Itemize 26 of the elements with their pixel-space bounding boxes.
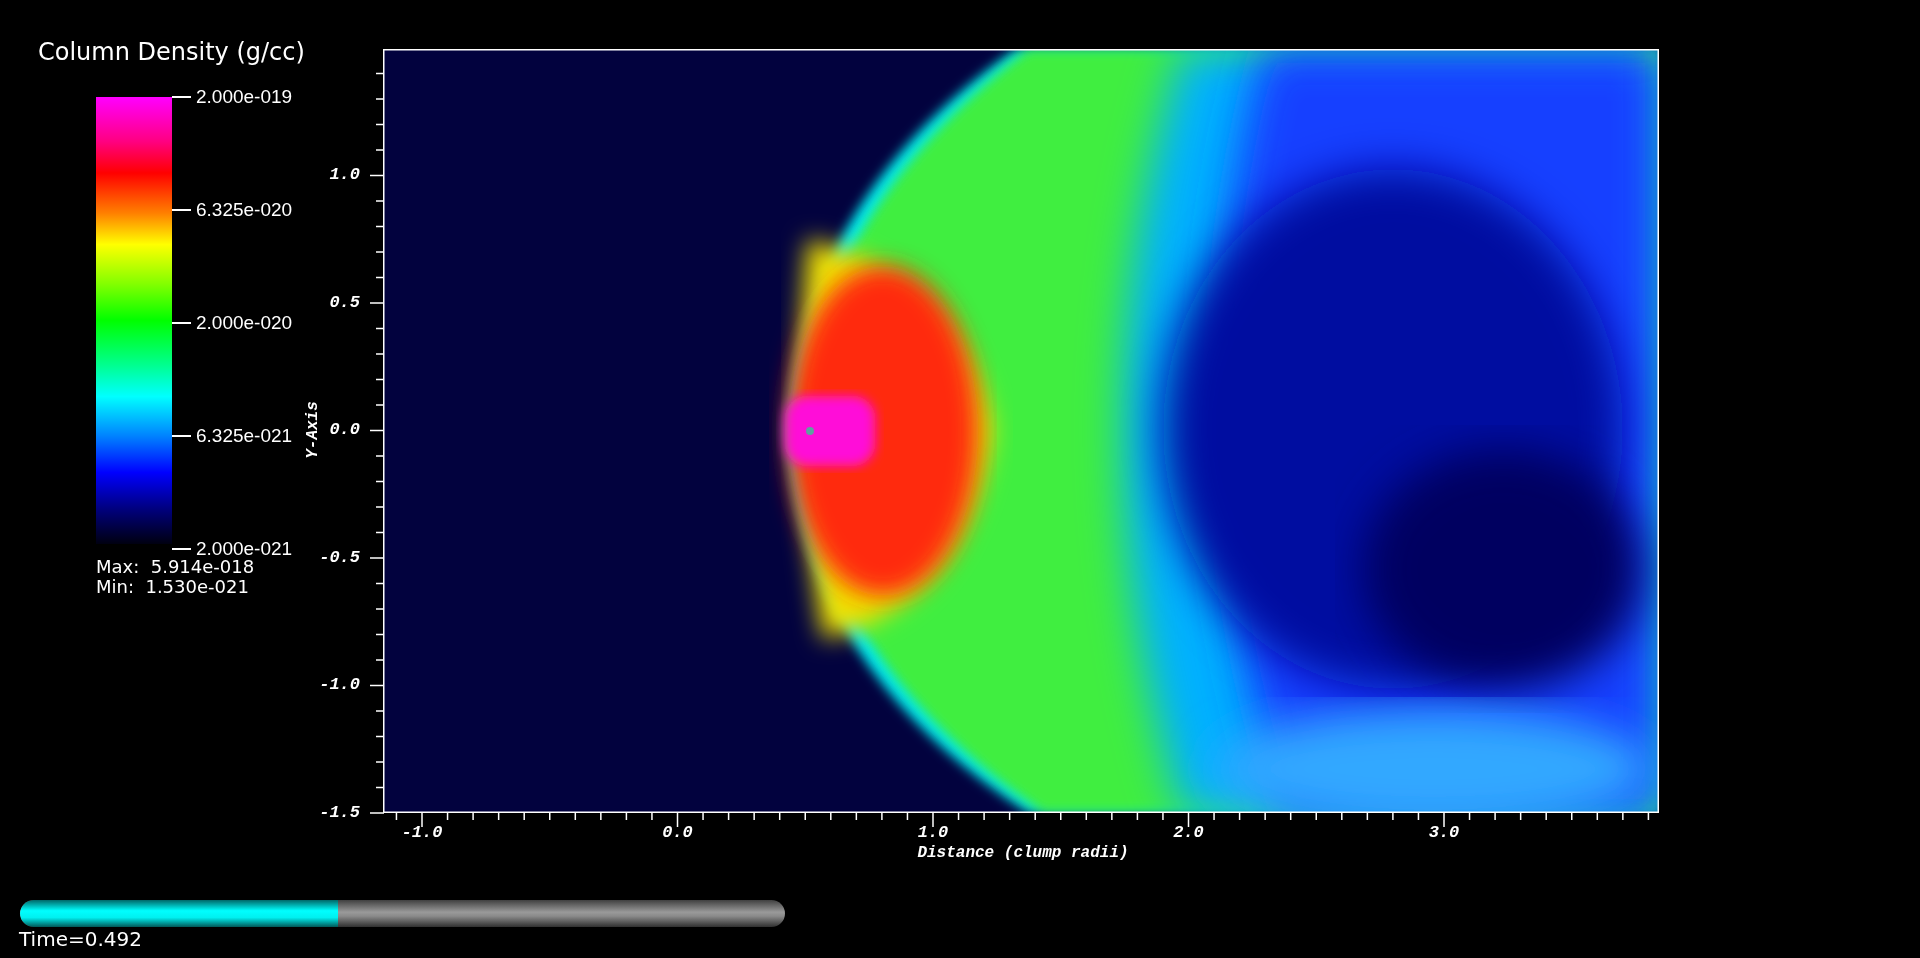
x-axis-title: Distance (clump radii) — [916, 843, 1130, 863]
x-tick-label: 3.0 — [1427, 823, 1461, 843]
time-slider[interactable] — [20, 900, 785, 927]
y-tick-label: 1.0 — [329, 165, 360, 185]
scale-tick — [172, 435, 191, 437]
time-label: Time=0.492 — [19, 926, 142, 952]
y-tick-label: -0.5 — [319, 547, 360, 568]
y-tick-label: -1.0 — [319, 675, 360, 696]
y-tick-label: -1.5 — [319, 803, 360, 823]
scale-label: 2.000e-019 — [196, 86, 293, 108]
scale-label: 2.000e-020 — [196, 312, 293, 334]
x-tick-label: -1.0 — [400, 823, 444, 843]
scale-tick — [172, 548, 191, 550]
legend-title: Column Density (g/cc) — [38, 37, 305, 68]
scale-tick — [172, 96, 191, 98]
x-tick-label: 2.0 — [1172, 823, 1205, 843]
y-axis-title: Y-Axis — [303, 400, 323, 461]
y-tick-label: 0.0 — [329, 420, 360, 441]
scale-tick — [172, 322, 191, 324]
scale-tick — [172, 209, 191, 211]
y-tick-label: 0.5 — [329, 292, 360, 313]
x-tick-label: 1.0 — [916, 823, 950, 843]
scale-label: 6.325e-020 — [196, 199, 293, 221]
scale-label: 6.325e-021 — [196, 425, 293, 447]
min-value-label: Min: 1.530e-021 — [96, 576, 249, 598]
x-tick-label: 0.0 — [661, 823, 694, 843]
